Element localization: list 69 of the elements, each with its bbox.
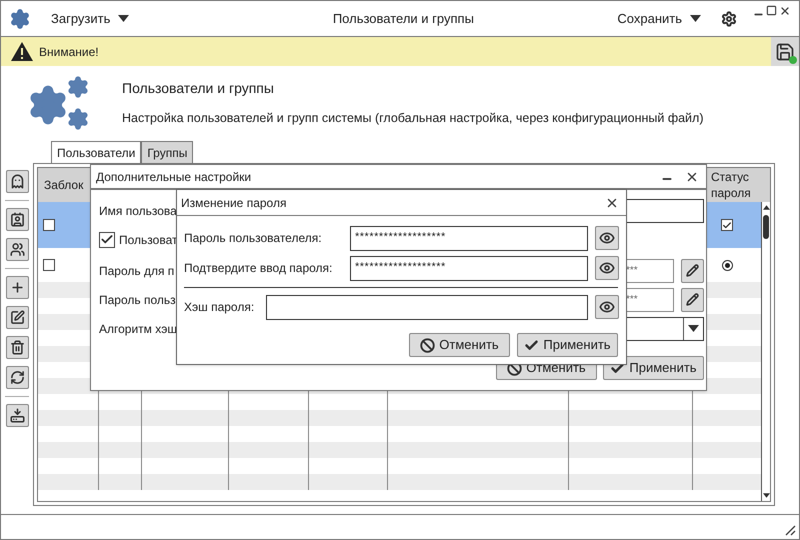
edit-icon[interactable] [6,306,28,329]
check-icon [524,338,540,352]
checkbox-label: Пользоват [119,232,178,248]
resize-grip-icon[interactable] [785,525,796,536]
caret-icon [688,325,699,332]
page-subtitle: Настройка пользователей и групп системы (глобальная настройка, через конфигурационный файл) [122,110,704,128]
hash-algorithm-select[interactable] [626,316,704,340]
column-header: Заблок [44,177,84,193]
eye-icon [599,230,615,246]
warning-text: Внимание! [39,44,99,60]
checkbox[interactable] [43,259,55,271]
apply-button[interactable]: Применить [517,333,618,357]
pencil-icon [686,264,699,277]
field-label: Имя пользова [99,202,177,220]
show-password-button[interactable] [595,256,619,280]
trash-icon[interactable] [6,336,28,359]
username-field[interactable] [626,198,704,222]
field-label: Пароль пользователеля: [184,230,322,247]
scroll-up-icon [762,204,770,211]
field-label: Хэш пароля: [184,299,254,316]
close-icon[interactable] [779,5,791,17]
field-label: Пароль польз [99,292,176,308]
checkbox[interactable] [43,219,55,231]
show-password-button[interactable] [595,226,619,250]
caret-icon [118,15,130,22]
window-title: Пользователи и группы [332,10,474,28]
radio-button[interactable] [722,260,732,270]
users-icon[interactable] [6,238,28,261]
settings-icon[interactable] [721,10,737,26]
eye-icon [599,299,615,315]
edit-button[interactable] [681,288,704,312]
checkbox[interactable] [99,232,115,248]
scroll-down-icon [762,492,770,499]
save-status-icon[interactable] [771,37,799,66]
ghost-icon[interactable] [6,170,28,193]
eye-icon [599,260,615,276]
password-field[interactable]: *** [626,288,674,312]
cancel-icon [420,338,436,352]
password-field[interactable]: ******************* [350,256,588,280]
scroll-thumb[interactable] [763,215,769,239]
scrollbar[interactable] [761,202,770,501]
save-menu[interactable]: Сохранить [617,8,701,28]
field-label: Подтвердите ввод пароля: [184,260,332,277]
field-label: Пароль для п [99,262,174,280]
load-menu[interactable]: Загрузить [51,8,130,28]
checkbox[interactable] [721,219,733,231]
dialog-title: Дополнительные настройки [96,168,252,186]
dialog-title: Изменение пароля [181,194,286,212]
refresh-icon[interactable] [6,366,28,389]
column-header: Статус пароля [711,169,752,201]
page-title: Пользователи и группы [122,79,275,98]
add-icon[interactable] [6,276,28,299]
password-field[interactable]: *** [626,258,674,282]
contact-card-icon[interactable] [6,208,28,231]
warning-icon [11,42,33,61]
apply-button[interactable]: Применить [603,356,704,380]
download-icon[interactable] [6,404,28,427]
edit-button[interactable] [681,258,704,282]
show-password-button[interactable] [595,295,619,319]
tab[interactable]: Группы [141,141,194,163]
tab[interactable]: Пользователи [51,141,142,163]
cancel-button[interactable]: Отменить [409,333,510,357]
caret-icon [690,15,701,22]
maximize-icon[interactable] [766,5,777,16]
pencil-icon [686,293,699,306]
field-label: Алгоритм хэш [99,320,177,338]
password-field[interactable] [266,294,588,320]
gears-icon [9,8,31,30]
password-field[interactable]: ******************* [350,226,588,250]
